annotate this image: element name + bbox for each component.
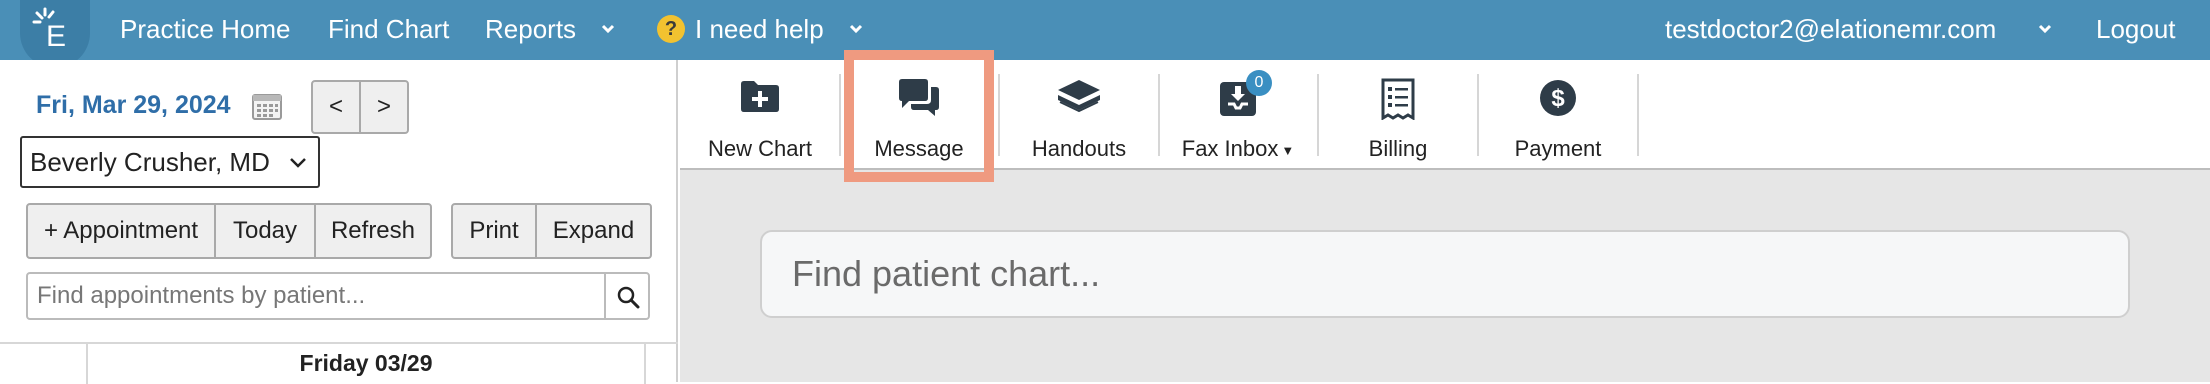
scroll-column-header [644,344,678,384]
calendar-icon[interactable] [252,92,282,120]
svg-text:$: $ [1551,85,1565,112]
action-toolbar: New Chart Message Handouts Fax Inbox ▼ 0… [680,50,2210,182]
expand-button[interactable]: Expand [535,203,652,259]
fax-inbox-label-text: Fax Inbox [1181,136,1279,161]
print-button[interactable]: Print [451,203,537,259]
reports-chevron-down-icon[interactable] [596,14,620,44]
billing-list-icon [1381,78,1415,121]
book-stack-icon [1058,80,1100,113]
appointment-search-input[interactable]: Find appointments by patient... [26,272,606,320]
prev-day-button[interactable]: < [311,80,361,134]
fax-inbox-button[interactable]: Fax Inbox ▼ [1159,70,1317,162]
help-chevron-down-icon[interactable] [844,14,868,44]
new-chart-label: New Chart [708,136,812,161]
search-icon [617,286,640,309]
top-nav-bar: E Practice Home Find Chart Reports ? I n… [0,0,2210,68]
message-highlight-frame [844,50,994,182]
appointment-search-button[interactable] [604,272,650,320]
nav-find-chart[interactable]: Find Chart [328,12,449,46]
nav-practice-home[interactable]: Practice Home [120,12,291,46]
billing-label: Billing [1368,136,1428,161]
next-day-button[interactable]: > [359,80,409,134]
provider-select-value: Beverly Crusher, MD [30,147,270,177]
refresh-button[interactable]: Refresh [314,203,432,259]
logout-link[interactable]: Logout [2096,12,2176,46]
handouts-label: Handouts [1031,136,1127,161]
nav-i-need-help[interactable]: I need help [695,12,824,46]
user-email-menu[interactable]: testdoctor2@elationemr.com [1665,12,1996,46]
nav-reports[interactable]: Reports [485,12,576,46]
schedule-day-header: Friday 03/29 [0,342,678,384]
today-button[interactable]: Today [214,203,316,259]
schedule-date[interactable]: Fri, Mar 29, 2024 [36,91,231,120]
provider-select[interactable]: Beverly Crusher, MD [20,136,320,188]
main-panel: New Chart Message Handouts Fax Inbox ▼ 0… [680,50,2210,382]
day-header-label: Friday 03/29 [299,350,433,376]
fax-inbox-label: Fax Inbox ▼ [1159,136,1317,162]
find-patient-chart-input[interactable]: Find patient chart... [760,230,2130,318]
billing-button[interactable]: Billing [1319,70,1477,161]
elation-logo-icon: E [32,7,66,50]
toolbar-divider [1637,74,1639,156]
fax-dropdown-caret-icon[interactable]: ▼ [1281,143,1294,158]
schedule-panel: Fri, Mar 29, 2024 < > Beverly Crusher, M… [0,60,678,384]
svg-text:E: E [46,20,66,50]
dollar-circle-icon: $ [1540,80,1576,116]
help-question-icon[interactable]: ? [657,15,685,43]
time-column-header [0,344,88,384]
fax-count-badge: 0 [1246,70,1272,96]
provider-chevron-down-icon [290,158,306,168]
new-chart-button[interactable]: New Chart [681,70,839,161]
folder-plus-icon [741,81,779,112]
user-chevron-down-icon[interactable] [2033,14,2057,44]
add-appointment-button[interactable]: + Appointment [26,203,216,259]
handouts-button[interactable]: Handouts [1000,70,1158,161]
payment-label: Payment [1514,136,1602,161]
payment-button[interactable]: $ Payment [1479,70,1637,161]
elation-logo[interactable]: E [20,0,90,68]
